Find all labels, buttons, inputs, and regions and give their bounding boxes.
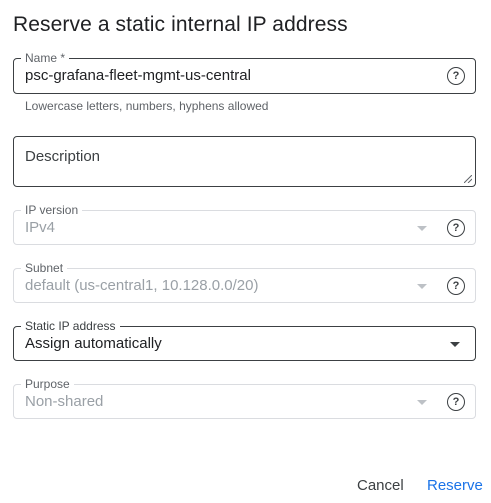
- subnet-select: Subnet default (us-central1, 10.128.0.0/…: [13, 261, 476, 303]
- ip-version-value: IPv4: [25, 219, 56, 236]
- cancel-button[interactable]: Cancel: [357, 477, 404, 494]
- static-ip-label: Static IP address: [21, 319, 120, 333]
- name-hint: Lowercase letters, numbers, hyphens allo…: [25, 99, 269, 113]
- description-field[interactable]: Description: [13, 136, 476, 187]
- help-icon[interactable]: ?: [447, 219, 465, 237]
- name-field-label: Name *: [21, 51, 70, 65]
- help-icon[interactable]: ?: [447, 393, 465, 411]
- ip-version-label: IP version: [21, 203, 83, 217]
- purpose-label: Purpose: [21, 377, 74, 391]
- resize-handle-icon[interactable]: [464, 175, 472, 183]
- purpose-value: Non-shared: [25, 393, 104, 410]
- chevron-down-icon: [417, 226, 427, 231]
- description-label: Description: [25, 148, 101, 165]
- static-ip-value[interactable]: Assign automatically: [25, 335, 162, 353]
- static-ip-select[interactable]: Static IP address Assign automatically: [13, 319, 476, 361]
- help-icon[interactable]: ?: [447, 277, 465, 295]
- subnet-value: default (us-central1, 10.128.0.0/20): [25, 277, 259, 294]
- ip-version-select: IP version IPv4 ?: [13, 203, 476, 245]
- reserve-button[interactable]: Reserve: [427, 477, 483, 494]
- dialog-title: Reserve a static internal IP address: [13, 13, 348, 36]
- name-field-value[interactable]: psc-grafana-fleet-mgmt-us-central: [25, 67, 251, 85]
- chevron-down-icon: [417, 400, 427, 405]
- help-icon[interactable]: ?: [447, 67, 465, 85]
- chevron-down-icon: [417, 284, 427, 289]
- purpose-select: Purpose Non-shared ?: [13, 377, 476, 419]
- subnet-label: Subnet: [21, 261, 68, 275]
- name-field[interactable]: Name * psc-grafana-fleet-mgmt-us-central…: [13, 51, 476, 94]
- chevron-down-icon[interactable]: [450, 342, 460, 347]
